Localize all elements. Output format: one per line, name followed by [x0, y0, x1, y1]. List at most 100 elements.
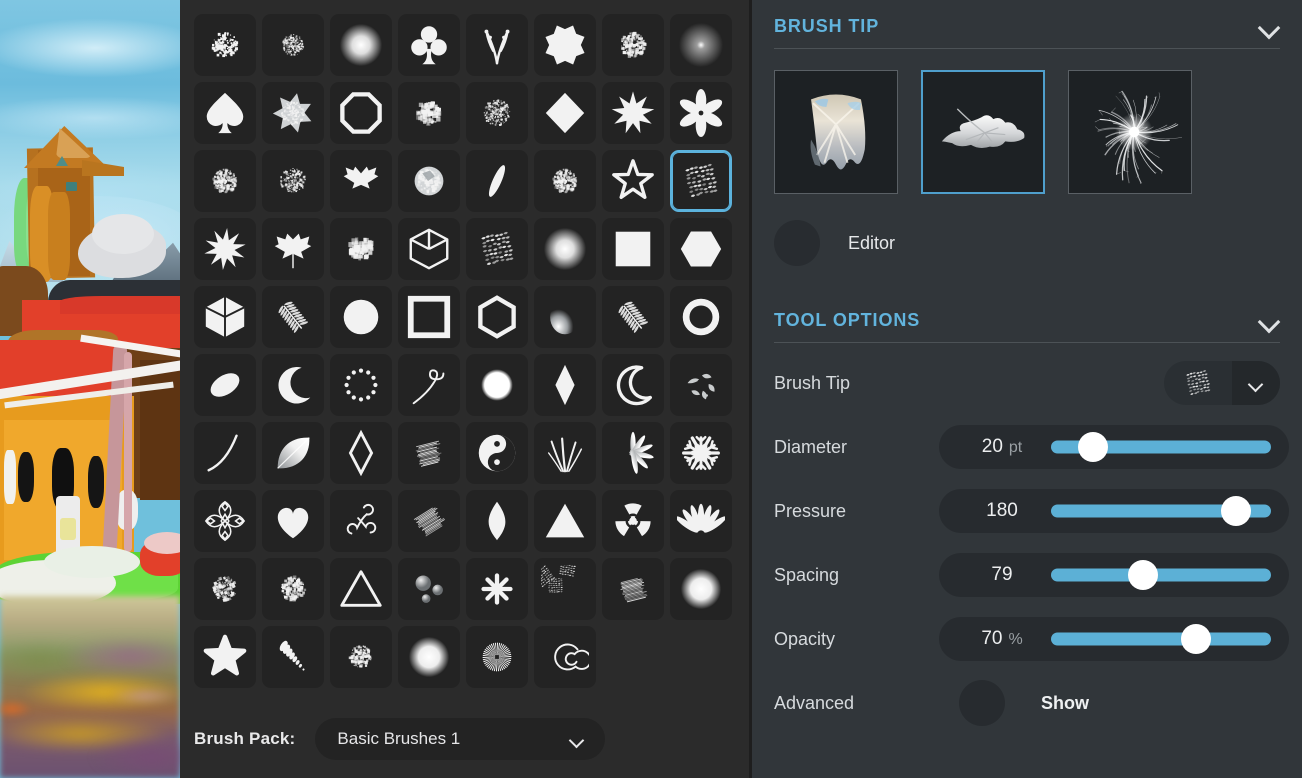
chevron-down-icon[interactable] — [1232, 361, 1280, 405]
brush-tip-section-header[interactable]: BRUSH TIP — [774, 0, 1280, 37]
diamond-brush[interactable] — [534, 82, 596, 144]
chalk-round-brush[interactable] — [194, 150, 256, 212]
diameter-slider[interactable]: 20 pt — [939, 425, 1289, 469]
opacity-slider[interactable]: 70% — [939, 617, 1289, 661]
dry-brush-stroke[interactable] — [398, 490, 460, 552]
brush-pack-select[interactable]: Basic Brushes 1 — [315, 718, 606, 760]
spade-brush[interactable] — [194, 82, 256, 144]
opacity-slider-track[interactable] — [1051, 632, 1271, 646]
five-point-star-brush[interactable] — [194, 626, 256, 688]
ornament-brush[interactable] — [194, 490, 256, 552]
cube-outline-brush[interactable] — [398, 218, 460, 280]
scribble-texture-brush-2[interactable] — [466, 218, 528, 280]
octagon-outline-brush[interactable] — [330, 82, 392, 144]
rhombus-outline-brush[interactable] — [330, 422, 392, 484]
brush-tip-thumb-leaf[interactable] — [921, 70, 1045, 194]
brush-tip-thumb-shell[interactable] — [774, 70, 898, 194]
feather-leaf-brush[interactable] — [262, 422, 324, 484]
confetti-brush[interactable] — [262, 558, 324, 620]
charcoal-smudge-brush[interactable] — [194, 558, 256, 620]
texture-ball-brush[interactable] — [398, 150, 460, 212]
gradient-sphere-brush[interactable] — [534, 286, 596, 348]
asterisk-brush[interactable] — [466, 558, 528, 620]
grass-brush[interactable] — [534, 422, 596, 484]
ring-brush[interactable] — [670, 286, 732, 348]
hatch-texture-brush[interactable] — [602, 558, 664, 620]
scatter-texture-brush[interactable] — [670, 354, 732, 416]
dust-cloud-brush[interactable] — [330, 626, 392, 688]
advanced-toggle[interactable] — [959, 680, 1005, 726]
spacing-slider-track[interactable] — [1051, 568, 1271, 582]
fern-brush[interactable] — [262, 286, 324, 348]
sprig-brush[interactable] — [466, 14, 528, 76]
crescent-moon-brush[interactable] — [262, 354, 324, 416]
triangle-brush[interactable] — [534, 490, 596, 552]
star-outline-brush[interactable] — [602, 150, 664, 212]
ellipse-tilt-brush[interactable] — [194, 354, 256, 416]
soft-blur-dot-brush[interactable] — [670, 558, 732, 620]
dotted-ring-brush[interactable] — [330, 354, 392, 416]
ellipse-blade-brush[interactable] — [466, 150, 528, 212]
soft-circle-brush[interactable] — [466, 354, 528, 416]
splotch-brush[interactable] — [330, 218, 392, 280]
heart-brush[interactable] — [262, 490, 324, 552]
wispy-burst-brush[interactable] — [602, 422, 664, 484]
soft-round-glow-brush[interactable] — [330, 14, 392, 76]
scribble-texture-brush[interactable] — [670, 150, 732, 212]
soft-blur-dot-brush-2[interactable] — [398, 626, 460, 688]
crystal-flake-brush[interactable] — [262, 82, 324, 144]
speckle-splatter-brush[interactable] — [194, 14, 256, 76]
spiky-starburst-brush[interactable] — [194, 218, 256, 280]
flower-brush[interactable] — [670, 82, 732, 144]
radiation-brush[interactable] — [602, 490, 664, 552]
editor-toggle[interactable] — [774, 220, 820, 266]
rough-cloud-brush[interactable] — [602, 14, 664, 76]
palm-fan-brush[interactable] — [670, 490, 732, 552]
grunge-blob-brush[interactable] — [398, 82, 460, 144]
brush-tip-dropdown[interactable] — [1164, 361, 1280, 405]
nine-point-star-brush[interactable] — [602, 82, 664, 144]
pressure-slider-thumb[interactable] — [1220, 496, 1251, 526]
fine-spatter-brush[interactable] — [466, 82, 528, 144]
chevron-down-icon[interactable] — [1258, 314, 1280, 327]
soft-noise-brush[interactable] — [262, 14, 324, 76]
hexagon-outline-brush[interactable] — [466, 286, 528, 348]
cube-solid-brush[interactable] — [194, 286, 256, 348]
opacity-slider-thumb[interactable] — [1181, 624, 1212, 654]
circle-brush[interactable] — [330, 286, 392, 348]
hexagon-brush[interactable] — [670, 218, 732, 280]
snowflake-brush[interactable] — [670, 422, 732, 484]
square-brush[interactable] — [602, 218, 664, 280]
spiral-brush[interactable] — [534, 626, 596, 688]
sunburst-rays-brush[interactable] — [466, 626, 528, 688]
square-outline-brush[interactable] — [398, 286, 460, 348]
tool-options-section-header[interactable]: TOOL OPTIONS — [774, 294, 1280, 331]
club-brush[interactable] — [398, 14, 460, 76]
crescent-outline-brush[interactable] — [602, 354, 664, 416]
diameter-slider-thumb[interactable] — [1077, 432, 1108, 462]
rough-stroke-brush[interactable] — [398, 422, 460, 484]
swirl-tail-brush[interactable] — [398, 354, 460, 416]
yin-yang-brush[interactable] — [466, 422, 528, 484]
spacing-slider-thumb[interactable] — [1128, 560, 1159, 590]
maple-leaf-solid-brush[interactable] — [262, 218, 324, 280]
narrow-diamond-brush[interactable] — [534, 354, 596, 416]
brush-tip-thumb-spark[interactable] — [1068, 70, 1192, 194]
pressure-slider[interactable]: 180 — [939, 489, 1289, 533]
triangle-outline-brush[interactable] — [330, 558, 392, 620]
soft-round-glow-brush-2[interactable] — [534, 218, 596, 280]
bubbles-brush[interactable] — [398, 558, 460, 620]
eight-point-burst-brush[interactable] — [534, 14, 596, 76]
dotted-round-brush[interactable] — [262, 150, 324, 212]
chevron-down-icon[interactable] — [1258, 20, 1280, 33]
painting-canvas[interactable] — [0, 0, 180, 778]
soft-fade-dot-brush[interactable] — [670, 14, 732, 76]
fern-brush-2[interactable] — [602, 286, 664, 348]
maple-leaf-brush[interactable] — [330, 150, 392, 212]
leaf-drop-brush[interactable] — [466, 490, 528, 552]
torn-paper-brush[interactable] — [534, 558, 596, 620]
flourish-brush[interactable] — [330, 490, 392, 552]
spacing-slider[interactable]: 79 — [939, 553, 1289, 597]
spiral-shell-brush[interactable] — [262, 626, 324, 688]
chalk-round-brush-2[interactable] — [534, 150, 596, 212]
